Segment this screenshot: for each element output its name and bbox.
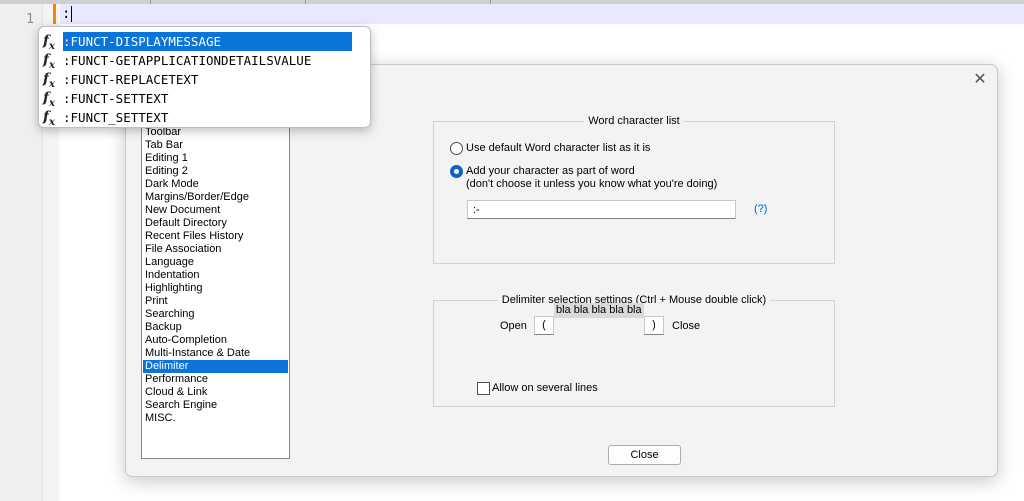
radio-button[interactable] xyxy=(450,142,463,155)
code-line-text[interactable]: : xyxy=(62,6,70,22)
category-item[interactable]: Delimiter xyxy=(143,360,288,373)
category-item[interactable]: Indentation xyxy=(143,269,288,282)
close-label: Close xyxy=(672,320,701,332)
group-title: Word character list xyxy=(584,115,684,127)
text-caret xyxy=(71,6,72,22)
category-item[interactable]: Search Engine xyxy=(143,399,288,412)
line-number: 1 xyxy=(26,12,34,27)
line-number-gutter: 1 xyxy=(0,4,43,501)
close-delimiter-input[interactable]: ) xyxy=(644,316,664,335)
word-chars-input[interactable]: :- xyxy=(467,200,736,219)
close-button[interactable]: Close xyxy=(608,445,681,465)
autocomplete-item-label: :FUNCT_SETTEXT xyxy=(63,110,169,125)
category-item[interactable]: Highlighting xyxy=(143,282,288,295)
allow-several-lines-label: Allow on several lines xyxy=(492,382,598,394)
radio-default-word-chars[interactable]: Use default Word character list as it is xyxy=(450,142,830,156)
radio-label: Add your character as part of word xyxy=(466,165,635,177)
category-item[interactable]: Default Directory xyxy=(143,217,288,230)
function-icon: fx xyxy=(43,71,55,90)
radio-label: Use default Word character list as it is xyxy=(466,142,651,154)
autocomplete-popup[interactable]: fx :FUNCT-DISPLAYMESSAGE fx :FUNCT-GETAPPLI… xyxy=(38,26,371,128)
category-item[interactable]: Editing 2 xyxy=(143,165,288,178)
autocomplete-item[interactable]: fx :FUNCT-GETAPPLICATIONDETAILSVALUE xyxy=(43,51,369,71)
autocomplete-item-label: :FUNCT-DISPLAYMESSAGE xyxy=(63,32,352,51)
autocomplete-item[interactable]: fx :FUNCT-DISPLAYMESSAGE xyxy=(43,32,369,52)
function-icon: fx xyxy=(43,90,55,109)
change-history-marker xyxy=(53,4,56,24)
autocomplete-item[interactable]: fx :FUNCT-REPLACETEXT xyxy=(43,70,369,90)
category-item[interactable]: Auto-Completion xyxy=(143,334,288,347)
close-icon[interactable]: ✕ xyxy=(971,71,989,89)
category-list[interactable]: Toolbar Tab Bar Editing 1 Editing 2 Dark Mod… xyxy=(141,123,290,459)
category-item[interactable]: Language xyxy=(143,256,288,269)
category-item[interactable]: Print xyxy=(143,295,288,308)
category-item[interactable]: Editing 1 xyxy=(143,152,288,165)
category-item[interactable]: Tab Bar xyxy=(143,139,288,152)
open-delimiter-input[interactable]: ( xyxy=(534,316,554,335)
open-label: Open xyxy=(500,320,527,332)
category-item[interactable]: Margins/Border/Edge xyxy=(143,191,288,204)
category-item[interactable]: Backup xyxy=(143,321,288,334)
radio-note: (don't choose it unless you know what yo… xyxy=(466,178,718,190)
category-item[interactable]: Cloud & Link xyxy=(143,386,288,399)
function-icon: fx xyxy=(43,33,55,52)
category-item[interactable]: Searching xyxy=(143,308,288,321)
allow-several-lines-checkbox[interactable] xyxy=(477,382,490,395)
function-icon: fx xyxy=(43,52,55,71)
category-item[interactable]: Multi-Instance & Date xyxy=(143,347,288,360)
category-item[interactable]: File Association xyxy=(143,243,288,256)
function-icon: fx xyxy=(43,109,55,128)
category-item[interactable]: Dark Mode xyxy=(143,178,288,191)
delimiter-sample-text: bla bla bla bla bla xyxy=(554,303,644,318)
category-item[interactable]: New Document xyxy=(143,204,288,217)
autocomplete-item[interactable]: fx :FUNCT-SETTEXT xyxy=(43,89,369,109)
delimiter-group: Delimiter selection settings (Ctrl + Mou… xyxy=(433,294,835,407)
category-item[interactable]: Performance xyxy=(143,373,288,386)
category-item[interactable]: MISC. xyxy=(143,412,288,425)
autocomplete-item[interactable]: fx :FUNCT_SETTEXT xyxy=(43,108,369,127)
category-item[interactable]: Recent Files History xyxy=(143,230,288,243)
word-character-group: Word character list Use default Word cha… xyxy=(433,115,835,264)
radio-button[interactable] xyxy=(450,165,463,178)
radio-add-word-chars[interactable]: Add your character as part of word (don'… xyxy=(450,165,830,193)
current-line-highlight xyxy=(60,4,1024,24)
autocomplete-item-label: :FUNCT-SETTEXT xyxy=(63,91,169,106)
autocomplete-item-label: :FUNCT-GETAPPLICATIONDETAILSVALUE xyxy=(63,53,312,68)
autocomplete-item-label: :FUNCT-REPLACETEXT xyxy=(63,72,199,87)
help-link[interactable]: (?) xyxy=(754,203,767,215)
